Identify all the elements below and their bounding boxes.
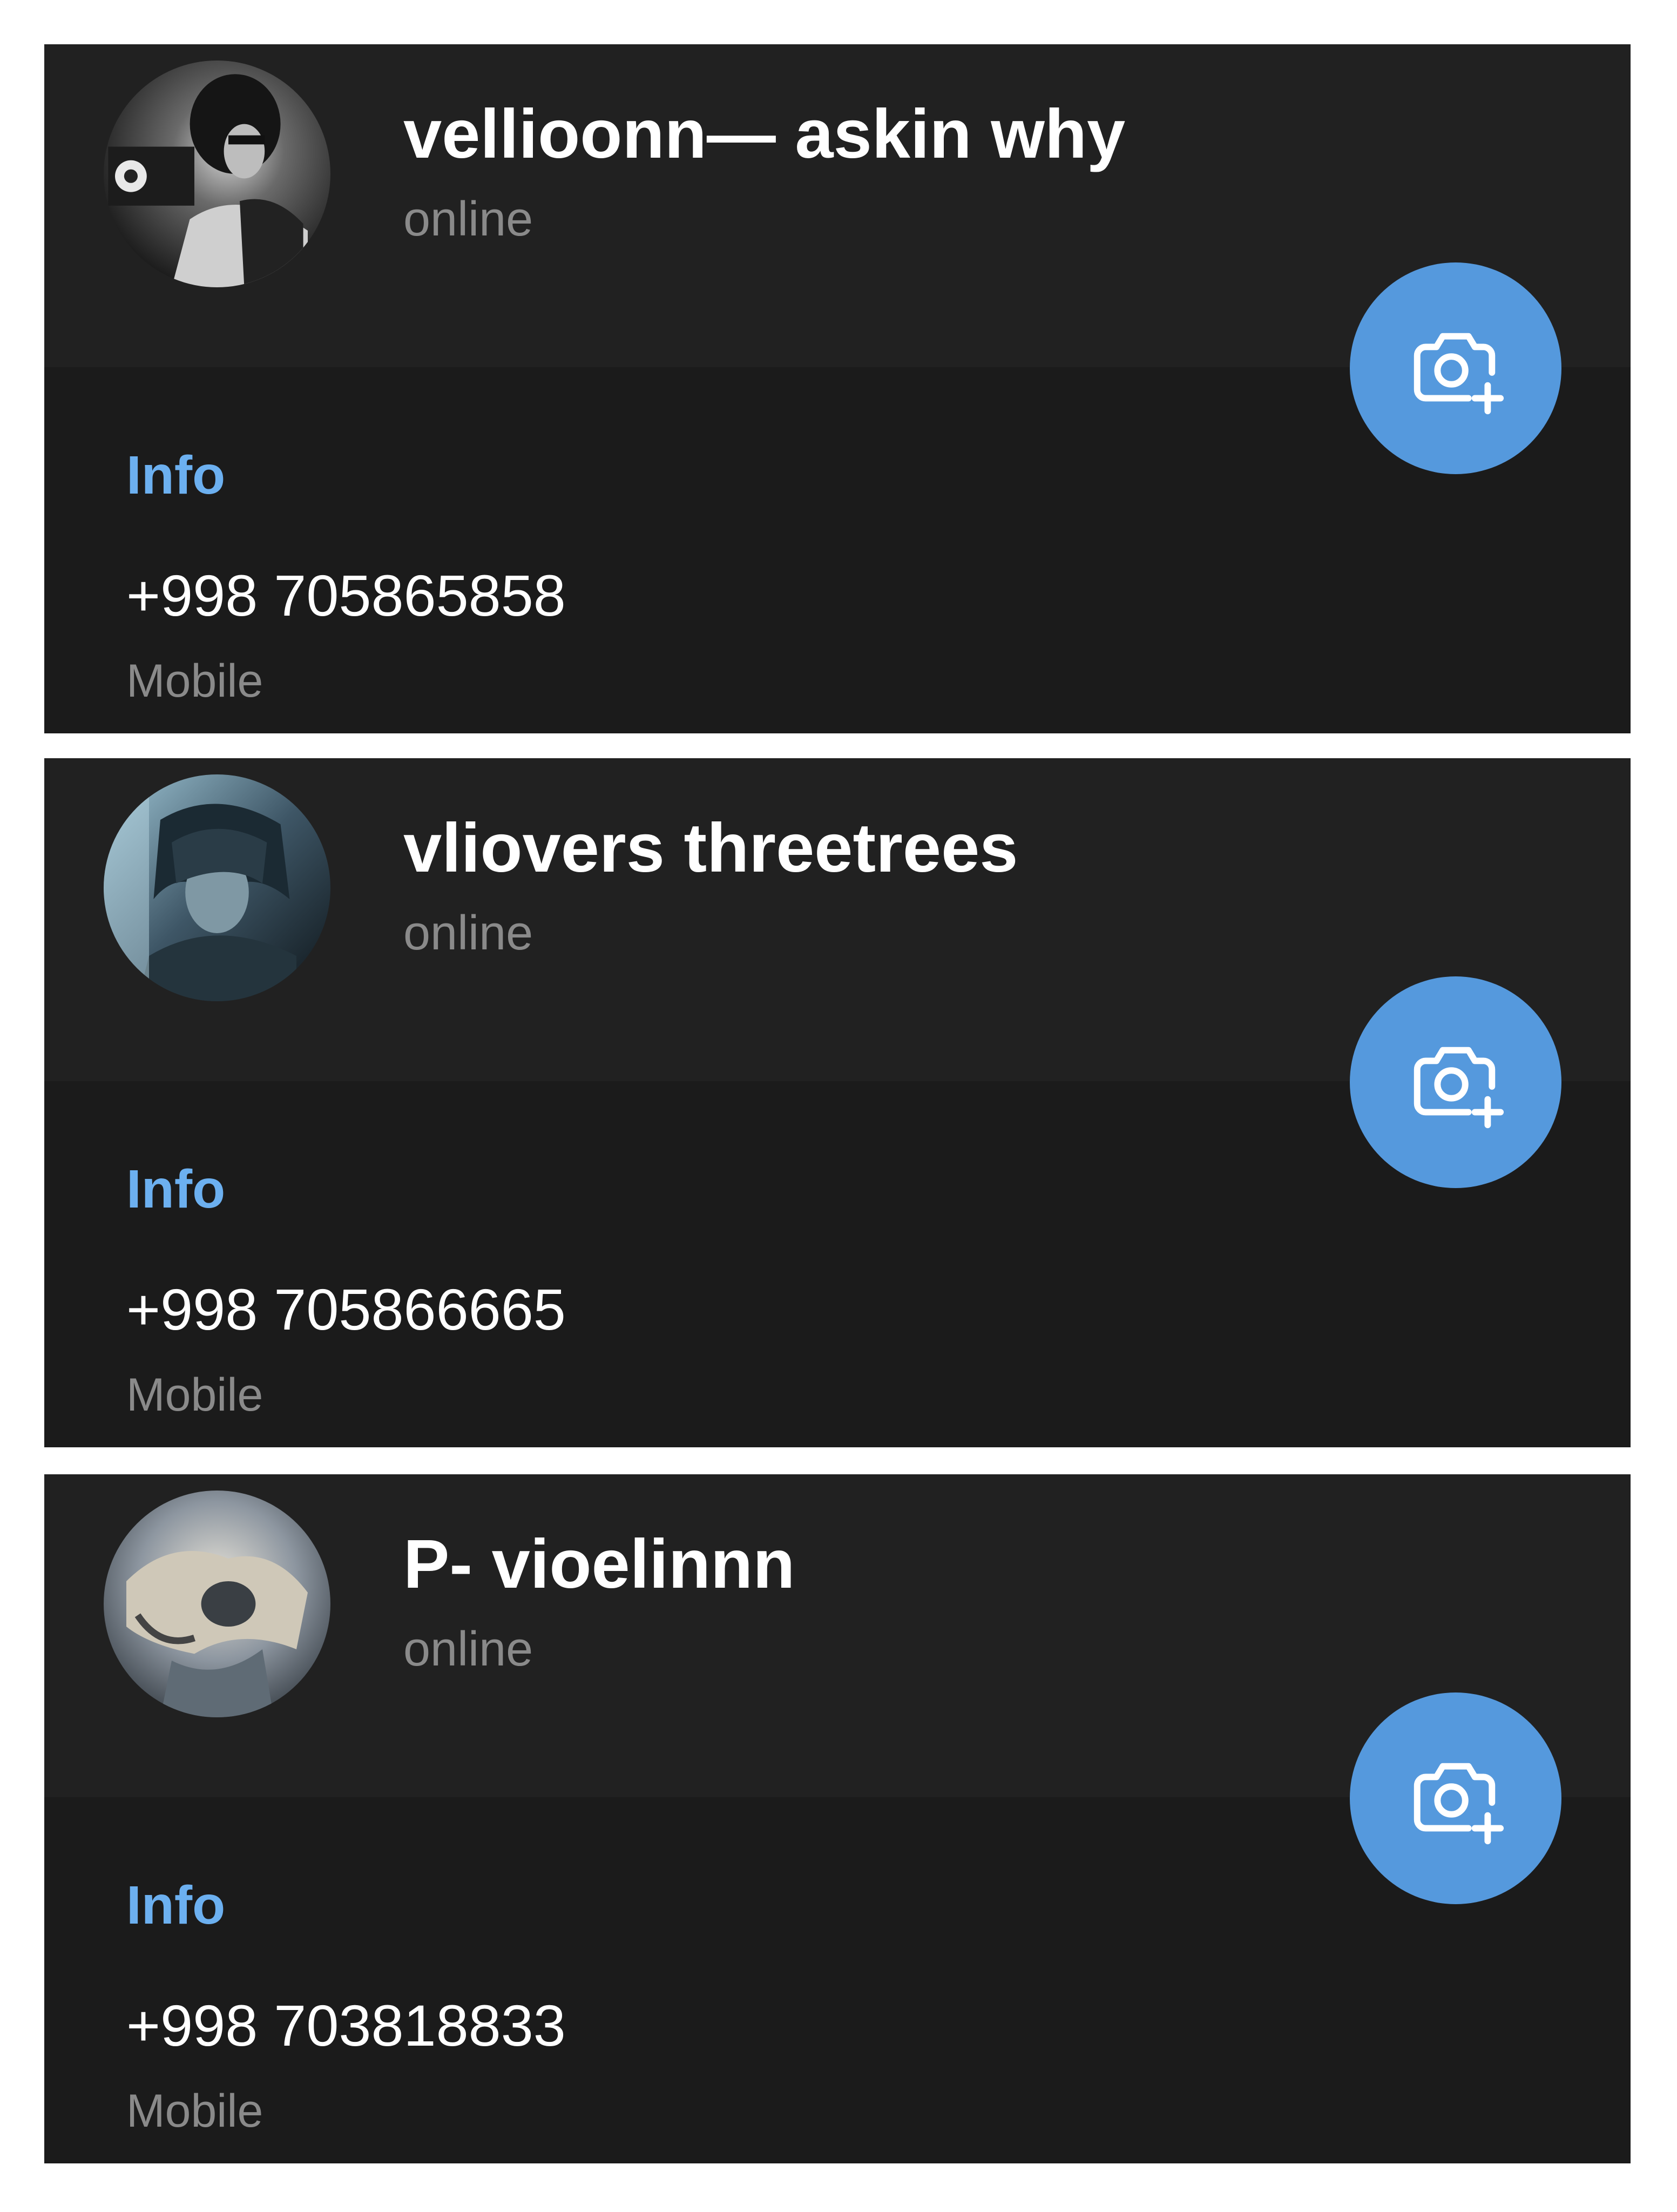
- add-photo-camera-icon: [1414, 1047, 1504, 1129]
- phone-type-label: Mobile: [126, 1369, 263, 1421]
- avatar[interactable]: [104, 1491, 330, 1717]
- online-status: online: [403, 1622, 533, 1676]
- avatar[interactable]: [104, 60, 330, 287]
- phone-number[interactable]: +998 703818833: [126, 1991, 566, 2061]
- phone-number[interactable]: +998 705865858: [126, 561, 566, 631]
- phone-type-label: Mobile: [126, 655, 263, 707]
- contact-card: Info +998 705865858 Mobile vellioonn— as…: [44, 44, 1631, 733]
- contact-card: Info +998 705866665 Mobile vliovers thre…: [44, 758, 1631, 1447]
- info-section-title: Info: [126, 1875, 226, 1936]
- add-photo-button[interactable]: [1350, 1692, 1561, 1904]
- online-status: online: [403, 192, 533, 246]
- info-section-title: Info: [126, 445, 226, 505]
- contact-name: vellioonn— askin why: [403, 96, 1126, 173]
- add-photo-camera-icon: [1414, 1763, 1504, 1845]
- avatar[interactable]: [104, 774, 330, 1001]
- phone-type-label: Mobile: [126, 2085, 263, 2137]
- info-section-title: Info: [126, 1159, 226, 1219]
- contact-name: vliovers threetrees: [403, 810, 1018, 887]
- add-photo-camera-icon: [1414, 333, 1504, 415]
- add-photo-button[interactable]: [1350, 976, 1561, 1188]
- phone-number[interactable]: +998 705866665: [126, 1274, 566, 1345]
- contact-name: P- vioelinnn: [403, 1526, 795, 1603]
- online-status: online: [403, 906, 533, 960]
- contact-card: Info +998 703818833 Mobile P- vioelinnn …: [44, 1474, 1631, 2163]
- add-photo-button[interactable]: [1350, 262, 1561, 474]
